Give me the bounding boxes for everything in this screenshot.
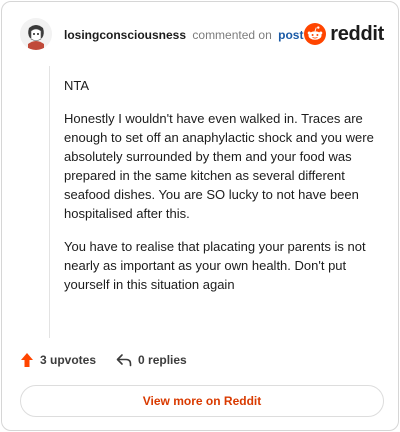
reddit-logo-icon [304,23,327,45]
commented-on-text: commented on [192,28,272,42]
upvote-arrow-icon [21,353,33,367]
replies-button[interactable]: 0 replies [116,353,187,367]
upvote-count: 3 upvotes [40,353,97,367]
view-more-button[interactable]: View more on Reddit [20,385,384,417]
comment-meta: losingconsciousness commented on post [64,28,303,42]
reddit-brand[interactable]: reddit [304,22,384,46]
embedded-comment-card: losingconsciousness commented on post re… [1,1,399,431]
comment-paragraph: Honestly I wouldn't have even walked in.… [64,111,374,221]
comment-header: losingconsciousness commented on post re… [20,18,384,54]
brand-wordmark: reddit [330,22,384,45]
author-name[interactable]: losingconsciousness [64,28,186,42]
upvote-button[interactable]: 3 upvotes [20,352,96,368]
avatar-drawing-icon [20,18,52,50]
comment-body: NTA Honestly I wouldn't have even walked… [49,66,385,338]
comment-paragraph: You have to realise that placating your … [64,239,366,292]
comment-actions: 3 upvotes 0 replies [20,351,187,369]
comment-paragraph: NTA [64,78,90,93]
replies-count: 0 replies [138,353,187,367]
user-avatar[interactable] [20,18,52,50]
post-link[interactable]: post [278,28,303,42]
reply-arrow-icon [116,354,132,367]
